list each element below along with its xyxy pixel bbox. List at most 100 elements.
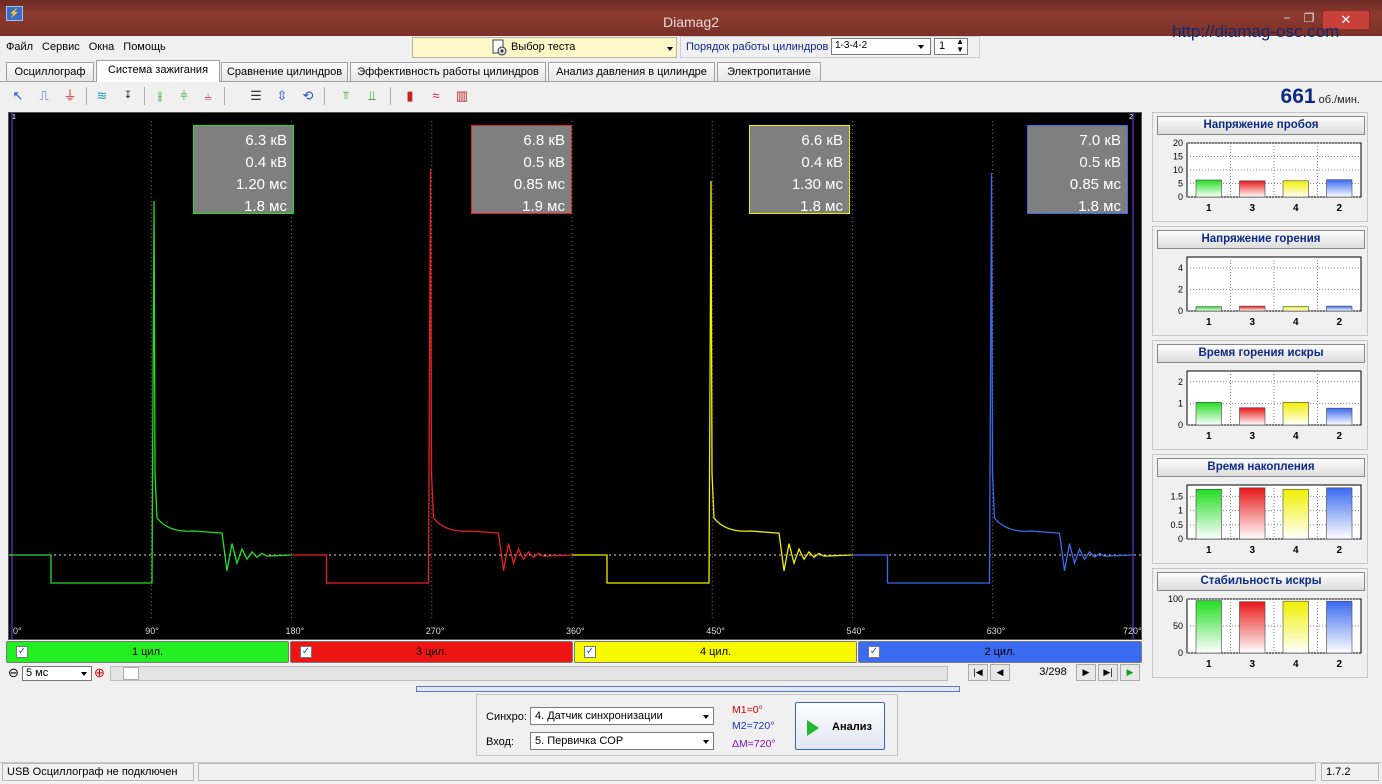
loop-icon[interactable]: ⟲ [298, 86, 318, 106]
input-select[interactable]: 5. Первичка COP [530, 732, 714, 750]
axis-tick-label: 360° [566, 626, 585, 636]
axis-tick-label: 630° [987, 626, 1006, 636]
tab-cylinder-efficiency[interactable]: Эффективность работы цилиндров [350, 62, 546, 81]
x-tick-label: 1 [1206, 203, 1212, 214]
horizontal-scrollbar[interactable] [110, 666, 948, 681]
next-page-button[interactable]: ▶ [1076, 664, 1096, 681]
tab-pressure-analysis[interactable]: Анализ давления в цилиндре [548, 62, 715, 81]
panel-title[interactable]: Стабильность искры [1157, 572, 1365, 591]
x-tick-label: 4 [1293, 659, 1299, 670]
overlay-icon[interactable]: ≋ [92, 86, 112, 106]
checkbox[interactable]: ✓ [300, 646, 312, 658]
checkbox[interactable]: ✓ [584, 646, 596, 658]
superimposed-icon[interactable]: ⫨ [198, 86, 218, 106]
bar-cyl3 [1239, 180, 1266, 198]
first-page-button[interactable]: |◀ [968, 664, 988, 681]
cylinder-toggle-2[interactable]: ✓ 2 цил. [858, 641, 1142, 663]
analyze-button[interactable]: Анализ [795, 702, 885, 750]
deg-scale-icon[interactable]: ⫫ [362, 86, 382, 106]
panel-title[interactable]: Время горения искры [1157, 344, 1365, 363]
burn-voltage: 0.4 кВ [245, 154, 287, 171]
cylinder-spinner[interactable]: 1 ▲ ▼ [934, 38, 968, 55]
y-tick-label: 5 [1178, 179, 1183, 189]
panel-title[interactable]: Напряжение горения [1157, 230, 1365, 249]
cylinder-toggle-1[interactable]: ✓ 1 цил. [6, 641, 289, 663]
burn-time: 0.85 мс [1069, 176, 1121, 193]
dwell-time: 1.9 мс [522, 198, 565, 215]
cylinder-order-select[interactable]: 1-3-4-2 [831, 38, 931, 55]
bar-chart: 100 50 0 1 3 4 2 [1168, 594, 1362, 670]
axis-tick-label: 180° [286, 626, 305, 636]
burn-time: 1.30 мс [791, 176, 843, 193]
panel-title[interactable]: Напряжение пробоя [1157, 116, 1365, 135]
menu-help[interactable]: Помощь [117, 37, 169, 53]
x-tick-label: 4 [1293, 203, 1299, 214]
menu-service[interactable]: Сервис [36, 37, 83, 53]
bar-cyl2 [1326, 487, 1353, 540]
zoom-out-icon[interactable]: ⊖ [8, 666, 19, 679]
timebase-select[interactable]: 5 мс [22, 666, 92, 681]
rising-edge-icon[interactable]: ⎍ [34, 86, 54, 106]
timebase-value: 5 мс [26, 667, 49, 679]
vertical-cursor-icon[interactable]: ⇳ [272, 86, 292, 106]
cylinder-spinner-value: 1 [939, 40, 946, 52]
menu-windows[interactable]: Окна [83, 37, 118, 53]
chevron-down-icon [667, 47, 673, 51]
waves-icon[interactable]: ≈ [426, 86, 446, 106]
burn-voltage: 0.5 кВ [1079, 154, 1121, 171]
oscillogram-area[interactable]: 1 2 0° 90° 180° 270° 360° 450° 540° 630° 720° 6.3 … [8, 112, 1142, 640]
y-tick-label: 0 [1178, 192, 1183, 202]
axis-tick-label: 90° [145, 626, 159, 636]
parade-icon[interactable]: ⫲ [150, 86, 170, 106]
tab-ignition-system[interactable]: Система зажигания [96, 60, 220, 82]
input-value: 5. Первичка COP [535, 735, 624, 747]
counter-icon[interactable]: ↧ [118, 86, 138, 106]
tab-power-supply[interactable]: Электропитание [717, 62, 821, 81]
status-connection: USB Осциллограф не подключен [2, 763, 194, 781]
bar-cyl4 [1282, 306, 1309, 312]
dwell-time: 1.8 мс [244, 198, 287, 215]
cylinder-toggle-3[interactable]: ✓ 3 цил. [290, 641, 573, 663]
bar-chart: 2 1 0 1 3 4 2 [1178, 370, 1362, 442]
checkbox[interactable]: ✓ [16, 646, 28, 658]
analyze-label: Анализ [832, 721, 872, 733]
chevron-down-icon [918, 45, 924, 49]
splitter-handle[interactable] [416, 686, 960, 692]
spin-arrows-icon[interactable]: ▲ ▼ [956, 38, 964, 54]
cylinder-toggle-4[interactable]: ✓ 4 цил. [574, 641, 857, 663]
x-tick-label: 4 [1293, 545, 1299, 556]
test-select-dropdown[interactable]: Выбор теста [412, 37, 677, 58]
bar-cyl2 [1326, 407, 1353, 426]
ms-scale-icon[interactable]: ⫪ [336, 86, 356, 106]
play-button[interactable]: ▶ [1120, 664, 1140, 681]
prev-page-button[interactable]: ◀ [990, 664, 1010, 681]
tab-cylinder-comparison[interactable]: Сравнение цилиндров [221, 62, 348, 81]
panel-2: Время горения искры 2 1 0 1 3 4 2 [1152, 340, 1368, 450]
bar-chart: 4 2 0 1 3 4 2 [1178, 256, 1362, 328]
x-tick-label: 4 [1293, 431, 1299, 442]
zoom-in-icon[interactable]: ⊕ [94, 666, 105, 679]
last-page-button[interactable]: ▶| [1098, 664, 1118, 681]
scroll-thumb[interactable] [123, 667, 139, 680]
rpm-readout: 661 об./мин. [1260, 85, 1360, 109]
axis-tick-label: 720° [1123, 626, 1141, 636]
bar-cyl4 [1282, 402, 1309, 426]
website-url: http://diamag-osc.com [1172, 22, 1340, 41]
menu-file[interactable]: Файл [0, 37, 36, 53]
sync-select[interactable]: 4. Датчик синхронизации [530, 707, 714, 725]
panel-title[interactable]: Время накопления [1157, 458, 1365, 477]
tab-oscilloscope[interactable]: Осциллограф [6, 62, 94, 81]
grid-lines-icon[interactable]: ☰ [246, 86, 266, 106]
checkbox[interactable]: ✓ [868, 646, 880, 658]
x-tick-label: 3 [1249, 545, 1255, 556]
falling-edge-icon[interactable]: ⏚ [60, 86, 80, 106]
marker-label-1: 1 [12, 114, 16, 121]
cursor-tool-icon[interactable]: ↖ [8, 86, 28, 106]
raster-icon[interactable]: ⫩ [174, 86, 194, 106]
bar-cyl2 [1326, 179, 1353, 198]
panel-4: Стабильность искры 100 50 0 1 3 4 2 [1152, 568, 1368, 678]
histogram-icon[interactable]: ▮ [400, 86, 420, 106]
oscillogram-plot[interactable]: 1 2 0° 90° 180° 270° 360° 450° 540° 630° 720° [9, 113, 1141, 639]
bar-chart-icon[interactable]: ▥ [452, 86, 472, 106]
dwell-time: 1.8 мс [800, 198, 843, 215]
